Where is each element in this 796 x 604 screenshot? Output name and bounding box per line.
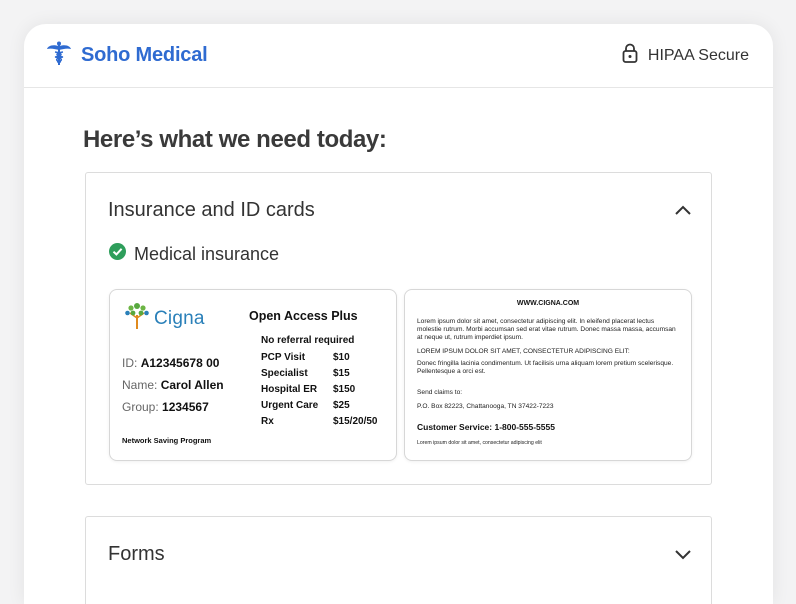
forms-section-header[interactable]: Forms — [86, 517, 711, 591]
insurance-section: Insurance and ID cards Medical insurance — [85, 172, 712, 485]
member-info: ID: A12345678 00 Name: Carol Allen Group… — [122, 352, 224, 418]
insurance-section-header[interactable]: Insurance and ID cards — [86, 173, 711, 247]
copay-row: Hospital ER $150 — [261, 382, 378, 398]
copay-value: $10 — [333, 352, 350, 363]
card-paragraph: LOREM IPSUM DOLOR SIT AMET, CONSECTETUR … — [417, 348, 630, 355]
insurance-card-back[interactable]: WWW.CIGNA.COM Lorem ipsum dolor sit amet… — [404, 289, 692, 461]
customer-service: Customer Service: 1-800-555-5555 — [417, 422, 555, 432]
caduceus-icon — [46, 40, 72, 71]
member-id-row: ID: A12345678 00 — [122, 352, 224, 374]
name-label: Name: — [122, 378, 158, 392]
cigna-tree-icon — [124, 302, 150, 335]
copay-row: PCP Visit $10 — [261, 350, 378, 366]
copay-label: Hospital ER — [261, 384, 318, 395]
check-circle-icon — [109, 243, 126, 265]
copay-row: Rx $15/20/50 — [261, 414, 378, 430]
network-note: Network Saving Program — [122, 436, 212, 445]
group-value: 1234567 — [162, 400, 209, 414]
card-footer-text: Lorem ipsum dolor sit amet, consectetur … — [417, 440, 542, 446]
section-title: Insurance and ID cards — [108, 198, 315, 221]
copay-label: Rx — [261, 416, 274, 427]
copay-list: PCP Visit $10 Specialist $15 Hospital ER… — [261, 350, 378, 430]
copay-value: $150 — [333, 384, 356, 395]
medical-insurance-status: Medical insurance — [109, 243, 279, 265]
lock-icon — [622, 43, 638, 68]
copay-row: Specialist $15 — [261, 366, 378, 382]
card-website: WWW.CIGNA.COM — [516, 300, 580, 307]
app-window: Soho Medical HIPAA Secure Here’s what we… — [24, 24, 773, 604]
copay-label: PCP Visit — [261, 352, 306, 363]
forms-section: Forms — [85, 516, 712, 604]
id-label: ID: — [122, 356, 138, 370]
brand[interactable]: Soho Medical — [46, 40, 208, 71]
cigna-wordmark: Cigna — [154, 307, 205, 329]
insurance-card-front[interactable]: Cigna Open Access Plus ID: A12345678 00 … — [109, 289, 397, 461]
hipaa-secure-indicator: HIPAA Secure — [622, 43, 749, 68]
group-label: Group: — [122, 400, 159, 414]
card-paragraph: Donec fringilla lacinia condimentum. Ut … — [417, 360, 674, 376]
copay-row: Urgent Care $25 — [261, 398, 378, 414]
chevron-up-icon[interactable] — [674, 204, 692, 216]
copay-label: Specialist — [261, 368, 308, 379]
referral-note: No referral required — [261, 335, 355, 346]
security-label: HIPAA Secure — [647, 46, 749, 64]
copay-value: $25 — [333, 400, 350, 411]
member-group-row: Group: 1234567 — [122, 396, 224, 418]
top-bar: Soho Medical HIPAA Secure — [24, 24, 773, 88]
page-title: Here’s what we need today: — [83, 126, 387, 153]
chevron-down-icon[interactable] — [674, 548, 692, 560]
member-name-row: Name: Carol Allen — [122, 374, 224, 396]
copay-value: $15/20/50 — [333, 416, 378, 427]
card-paragraph: Lorem ipsum dolor sit amet, consectetur … — [417, 318, 676, 342]
cigna-logo: Cigna — [124, 302, 205, 335]
copay-label: Urgent Care — [261, 400, 319, 411]
id-value: A12345678 00 — [140, 356, 220, 370]
brand-name: Soho Medical — [81, 44, 208, 66]
copay-value: $15 — [333, 368, 350, 379]
plan-name: Open Access Plus — [249, 309, 358, 323]
send-claims-label: Send claims to: — [417, 389, 463, 396]
section-title: Forms — [108, 542, 165, 565]
status-label: Medical insurance — [134, 243, 280, 264]
name-value: Carol Allen — [160, 378, 224, 392]
claims-address: P.O. Box 82223, Chattanooga, TN 37422-72… — [417, 403, 554, 410]
